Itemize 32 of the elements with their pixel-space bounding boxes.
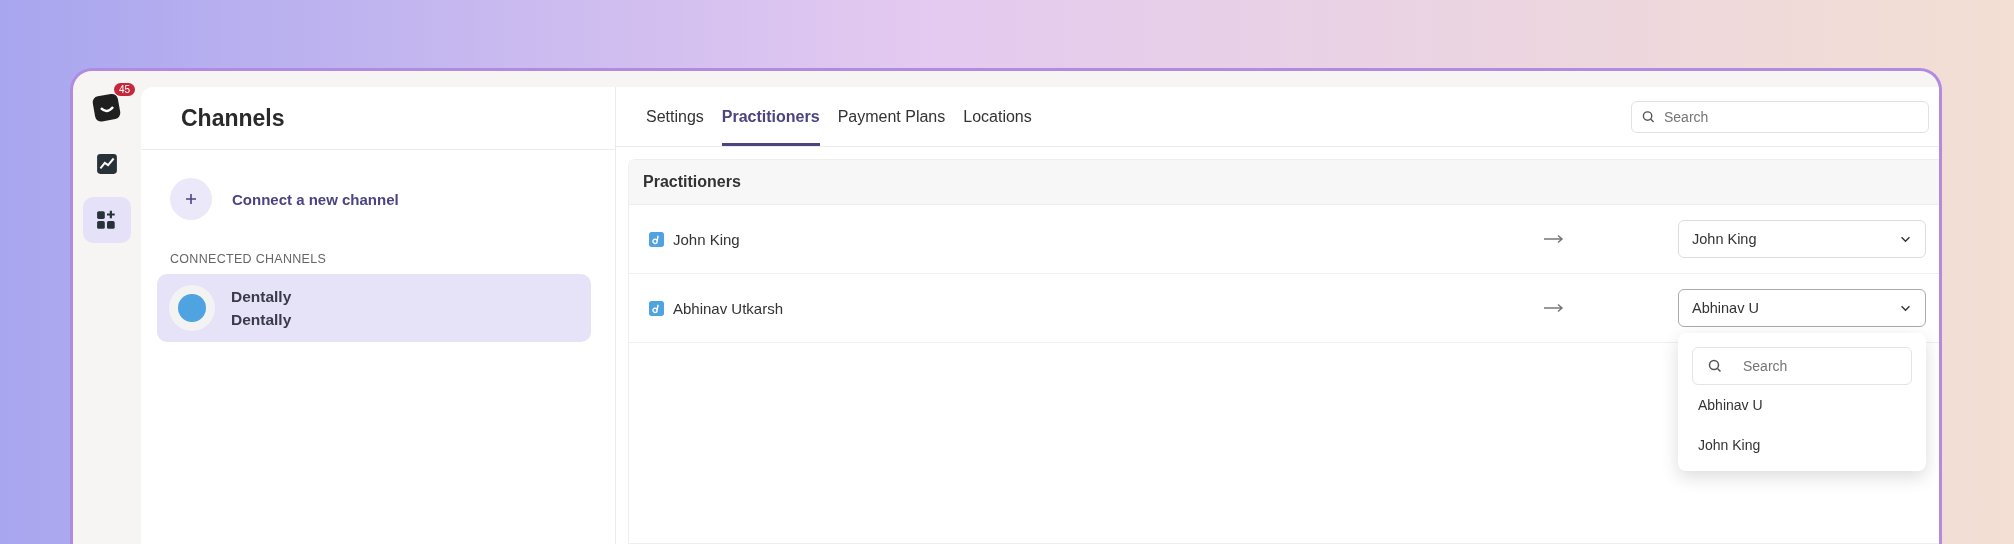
channel-name: Dentally	[231, 287, 292, 306]
add-button[interactable]	[170, 178, 212, 220]
dropdown-search-field[interactable]: Search	[1692, 347, 1912, 385]
tab[interactable]: Locations	[963, 87, 1032, 146]
notification-badge: 45	[113, 83, 135, 96]
search-field[interactable]: Search	[1631, 100, 1929, 133]
panel-title: Channels	[181, 104, 285, 132]
practitioner-dropdown[interactable]: John King	[1678, 220, 1926, 258]
tab[interactable]: Payment Plans	[837, 87, 946, 146]
connect-channel-link[interactable]: Connect a new channel	[232, 190, 399, 208]
apps-button[interactable]	[83, 197, 131, 243]
tab[interactable]: Practitioners	[721, 87, 820, 146]
section-label: CONNECTED CHANNELS	[170, 252, 328, 266]
arrow-right-icon	[1544, 234, 1566, 244]
channel-item[interactable]: Dentally Dentally	[157, 274, 591, 342]
channel-logo-icon	[169, 285, 215, 331]
arrow-right-icon	[1544, 303, 1566, 313]
section-title: Practitioners	[643, 173, 741, 191]
chevron-down-icon	[1900, 304, 1911, 312]
practitioner-name: Abhinav Utkarsh	[673, 299, 784, 317]
chart-icon	[96, 153, 118, 175]
chevron-down-icon	[1900, 235, 1911, 243]
plus-icon	[185, 193, 197, 205]
dentally-icon	[649, 231, 664, 247]
practitioner-dropdown[interactable]: Abhinav U	[1678, 289, 1926, 327]
practitioner-name: John King	[673, 230, 740, 248]
channel-subtitle: Dentally	[231, 310, 292, 329]
tab[interactable]: Settings	[646, 87, 704, 146]
dropdown-option[interactable]: John King	[1692, 425, 1912, 465]
apps-icon	[96, 209, 118, 231]
dropdown-option[interactable]: Abhinav U	[1692, 385, 1912, 425]
dentally-icon	[649, 300, 664, 316]
